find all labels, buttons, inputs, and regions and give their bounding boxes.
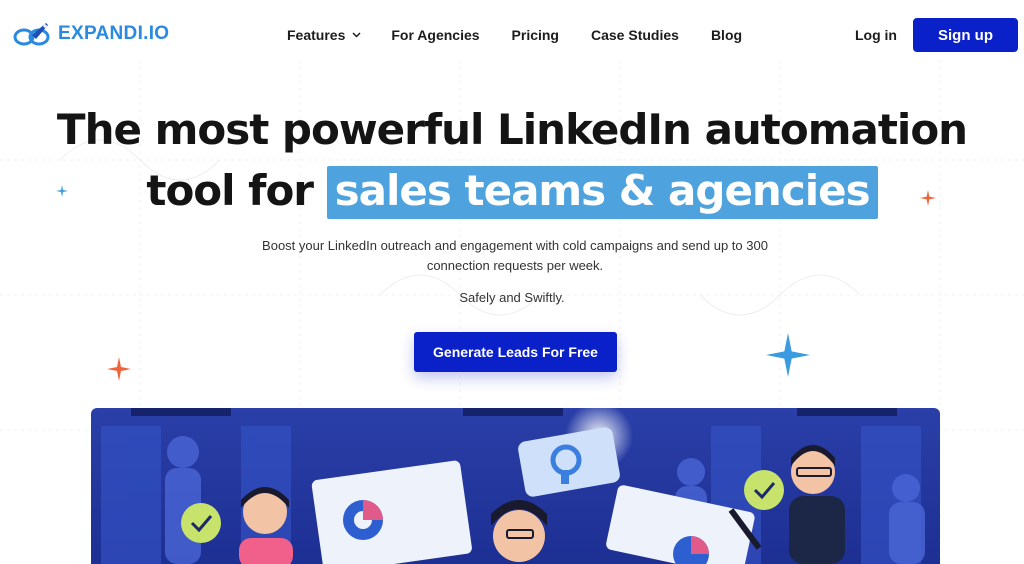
- brand-name: EXPANDI.IO: [58, 23, 170, 44]
- hero-illustration: [91, 408, 940, 564]
- sparkle-icon: [766, 333, 810, 377]
- generate-leads-button[interactable]: Generate Leads For Free: [414, 332, 617, 372]
- nav-features[interactable]: Features: [287, 27, 361, 43]
- site-header: EXPANDI.IO Features For Agencies Pricing…: [0, 0, 1024, 72]
- signup-button[interactable]: Sign up: [913, 18, 1018, 52]
- main-nav: Features For Agencies Pricing Case Studi…: [287, 27, 742, 43]
- nav-for-agencies[interactable]: For Agencies: [391, 27, 479, 43]
- hero-subtitle: Boost your LinkedIn outreach and engagem…: [262, 238, 768, 273]
- rocket-cloud-logo-icon: [13, 23, 50, 46]
- nav-blog[interactable]: Blog: [711, 27, 742, 43]
- sparkle-icon: [107, 357, 131, 381]
- chevron-down-icon: [352, 32, 361, 38]
- hero-tagline: Safely and Swiftly.: [459, 290, 565, 305]
- login-link[interactable]: Log in: [855, 27, 897, 43]
- nav-case-studies[interactable]: Case Studies: [591, 27, 679, 43]
- sparkle-icon: [56, 185, 68, 197]
- nav-pricing[interactable]: Pricing: [512, 27, 559, 43]
- sparkle-icon: [920, 190, 936, 206]
- hero-title-line2: tool for sales teams & agencies: [0, 166, 1024, 219]
- brand-logo[interactable]: EXPANDI.IO: [12, 20, 169, 48]
- hero-title-line1: The most powerful LinkedIn automation: [56, 105, 968, 154]
- nav-features-label: Features: [287, 27, 346, 43]
- hero-title-prefix: tool for: [146, 166, 314, 215]
- hero-title-highlight: sales teams & agencies: [326, 166, 878, 219]
